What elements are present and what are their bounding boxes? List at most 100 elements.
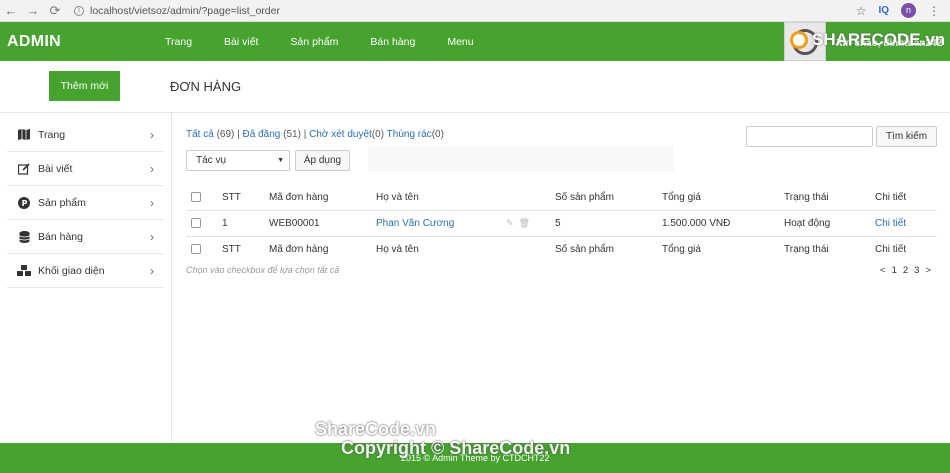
row-customer-name-link[interactable]: Phan Văn Cương [376, 218, 454, 229]
svg-text:P: P [22, 199, 28, 208]
blocks-icon [17, 264, 31, 278]
column-header-stt: STT [222, 192, 241, 203]
filter-pending[interactable]: Chờ xét duyệt [309, 129, 372, 140]
filter-all-count: (69) [216, 129, 235, 140]
sidebar-item-ban-hang[interactable]: Bán hàng › [7, 220, 164, 254]
pencil-icon[interactable]: ✎ [506, 218, 514, 228]
bulk-action-select[interactable]: Tác vụ ▼ [186, 150, 290, 171]
chevron-right-icon: › [150, 127, 154, 142]
row-status: Hoạt động [784, 218, 831, 229]
footer-col-status: Trạng thái [784, 244, 829, 255]
column-header-total: Tổng giá [662, 192, 701, 203]
caret-down-icon: ▼ [277, 157, 284, 164]
url-text[interactable]: localhost/vietsoz/admin/?page=list_order [90, 5, 280, 17]
sidebar-item-label: Sản phẩm [38, 196, 86, 209]
nav-item-ban-hang[interactable]: Bán hàng [370, 36, 415, 48]
browser-toolbar: ← → ⟳ i localhost/vietsoz/admin/?page=li… [0, 0, 950, 22]
footer-col-full-name: Họ và tên [376, 244, 419, 255]
watermark-copyright: Copyright © ShareCode.vn [341, 438, 571, 458]
row-actions: ✎ 🗑 [506, 218, 530, 229]
sidebar-item-label: Bài viết [38, 162, 73, 175]
browser-menu-icon[interactable]: ⋮ [928, 4, 940, 18]
pager-page-2[interactable]: 2 [903, 265, 908, 276]
row-order-code: WEB00001 [269, 218, 320, 229]
pager-page-3[interactable]: 3 [914, 265, 919, 276]
filter-published-count: (51) [283, 129, 301, 140]
footer-col-stt: STT [222, 244, 241, 255]
select-all-checkbox-footer[interactable] [191, 244, 201, 254]
product-icon: P [17, 196, 31, 210]
blurred-region [368, 146, 674, 172]
nav-item-trang[interactable]: Trang [165, 36, 192, 48]
bulk-action-value: Tác vụ [196, 155, 227, 166]
extension-iq-icon[interactable]: IQ [878, 5, 889, 16]
watermark-text: ShareCode.vn [315, 419, 437, 439]
sharecode-logo-watermark: SHARECODE.vn [790, 30, 945, 50]
row-stt: 1 [222, 218, 228, 229]
column-header-quantity: Số sản phẩm [555, 192, 614, 203]
add-new-button[interactable]: Thêm mới [49, 71, 120, 101]
sidebar-item-khoi-giao-dien[interactable]: Khối giao diện › [7, 254, 164, 288]
table-row: 1 WEB00001 Phan Văn Cương ✎ 🗑 5 1.500.00… [186, 211, 937, 237]
bookmark-star-icon[interactable]: ☆ [856, 4, 867, 18]
row-quantity: 5 [555, 218, 561, 229]
table-footer-row: STT Mã đơn hàng Họ và tên Số sản phẩm Tổ… [186, 237, 937, 263]
sidebar-item-label: Khối giao diện [38, 264, 105, 277]
nav-item-bai-viet[interactable]: Bài viết [224, 36, 258, 48]
footer-col-order-code: Mã đơn hàng [269, 244, 329, 255]
chevron-right-icon: › [150, 229, 154, 244]
brand-logo[interactable]: ADMIN [7, 33, 61, 51]
page-title: ĐƠN HÀNG [170, 79, 242, 94]
filter-all[interactable]: Tất cả [186, 129, 214, 140]
chevron-right-icon: › [150, 263, 154, 278]
filter-trash-count: (0) [431, 129, 444, 140]
sidebar-item-label: Trang [38, 128, 66, 141]
nav-item-san-pham[interactable]: Sản phẩm [290, 36, 338, 48]
filter-trash[interactable]: Thùng rác [387, 129, 432, 140]
orders-table: STT Mã đơn hàng Họ và tên Số sản phẩm Tổ… [186, 185, 937, 263]
select-all-checkbox[interactable] [191, 192, 201, 202]
nav-item-menu[interactable]: Menu [447, 36, 473, 48]
footer-col-detail: Chi tiết [875, 244, 907, 255]
back-icon[interactable]: ← [0, 3, 22, 18]
apply-button[interactable]: Áp dụng [295, 150, 350, 171]
filter-separator: | [303, 129, 307, 140]
chevron-right-icon: › [150, 161, 154, 176]
filter-pending-count: (0) [371, 129, 385, 140]
top-nav: Trang Bài viết Sản phẩm Bán hàng Menu [165, 36, 506, 48]
sidebar-item-label: Bán hàng [38, 230, 83, 243]
info-icon[interactable]: i [74, 5, 84, 16]
profile-avatar[interactable]: n [901, 3, 916, 18]
pager-next[interactable]: > [925, 265, 931, 276]
sidebar-item-trang[interactable]: Trang › [7, 118, 164, 152]
footer-col-total: Tổng giá [662, 244, 701, 255]
page-header: Thêm mới ĐƠN HÀNG [0, 61, 950, 113]
table-header-row: STT Mã đơn hàng Họ và tên Số sản phẩm Tổ… [186, 185, 937, 211]
address-bar[interactable]: i localhost/vietsoz/admin/?page=list_ord… [74, 5, 280, 17]
top-navbar: ADMIN Trang Bài viết Sản phẩm Bán hàng M… [0, 22, 950, 61]
filter-separator: | [237, 129, 240, 140]
column-header-order-code: Mã đơn hàng [269, 192, 329, 203]
reload-icon[interactable]: ⟳ [44, 3, 66, 19]
sidebar: Trang › Bài viết › P Sản phẩm › Bán hàng… [0, 113, 172, 443]
trash-icon[interactable]: 🗑 [519, 218, 530, 228]
column-header-full-name: Họ và tên [376, 192, 419, 203]
row-checkbox[interactable] [191, 218, 201, 228]
pager-prev[interactable]: < [880, 265, 886, 276]
search-button[interactable]: Tìm kiếm [876, 126, 937, 147]
forward-icon[interactable]: → [22, 3, 44, 18]
database-icon [17, 230, 31, 244]
column-header-detail: Chi tiết [875, 192, 907, 203]
search-input[interactable] [746, 126, 873, 147]
row-total: 1.500.000 VNĐ [662, 218, 731, 229]
row-detail-link[interactable]: Chi tiết [875, 218, 906, 229]
pager-page-1[interactable]: 1 [892, 265, 897, 276]
column-header-status: Trạng thái [784, 192, 829, 203]
map-icon [17, 128, 31, 142]
filter-published[interactable]: Đã đăng [243, 129, 281, 140]
sidebar-item-san-pham[interactable]: P Sản phẩm › [7, 186, 164, 220]
sidebar-item-bai-viet[interactable]: Bài viết › [7, 152, 164, 186]
status-filters: Tất cả (69) | Đã đăng (51) | Chờ xét duy… [186, 129, 444, 140]
sharecode-logo-text: SHARECODE.vn [812, 30, 946, 49]
footer-col-quantity: Số sản phẩm [555, 244, 614, 255]
